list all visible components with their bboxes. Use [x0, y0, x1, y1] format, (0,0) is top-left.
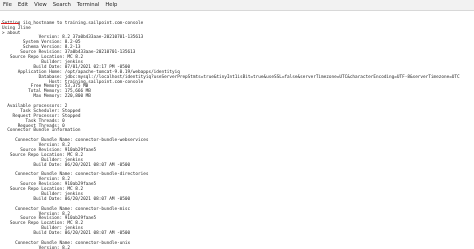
terminal-output[interactable]: Setting iiq_hostname to training.sailpoi…	[0, 11, 474, 249]
menu-edit[interactable]: Edit	[18, 2, 28, 8]
menu-help[interactable]: Help	[105, 2, 117, 8]
menu-file[interactable]: File	[3, 2, 12, 8]
command-underline	[1, 22, 19, 24]
menu-search[interactable]: Search	[53, 2, 71, 8]
menu-bar: File Edit View Search Terminal Help	[0, 0, 474, 11]
menu-view[interactable]: View	[34, 2, 47, 8]
menu-terminal[interactable]: Terminal	[77, 2, 99, 8]
